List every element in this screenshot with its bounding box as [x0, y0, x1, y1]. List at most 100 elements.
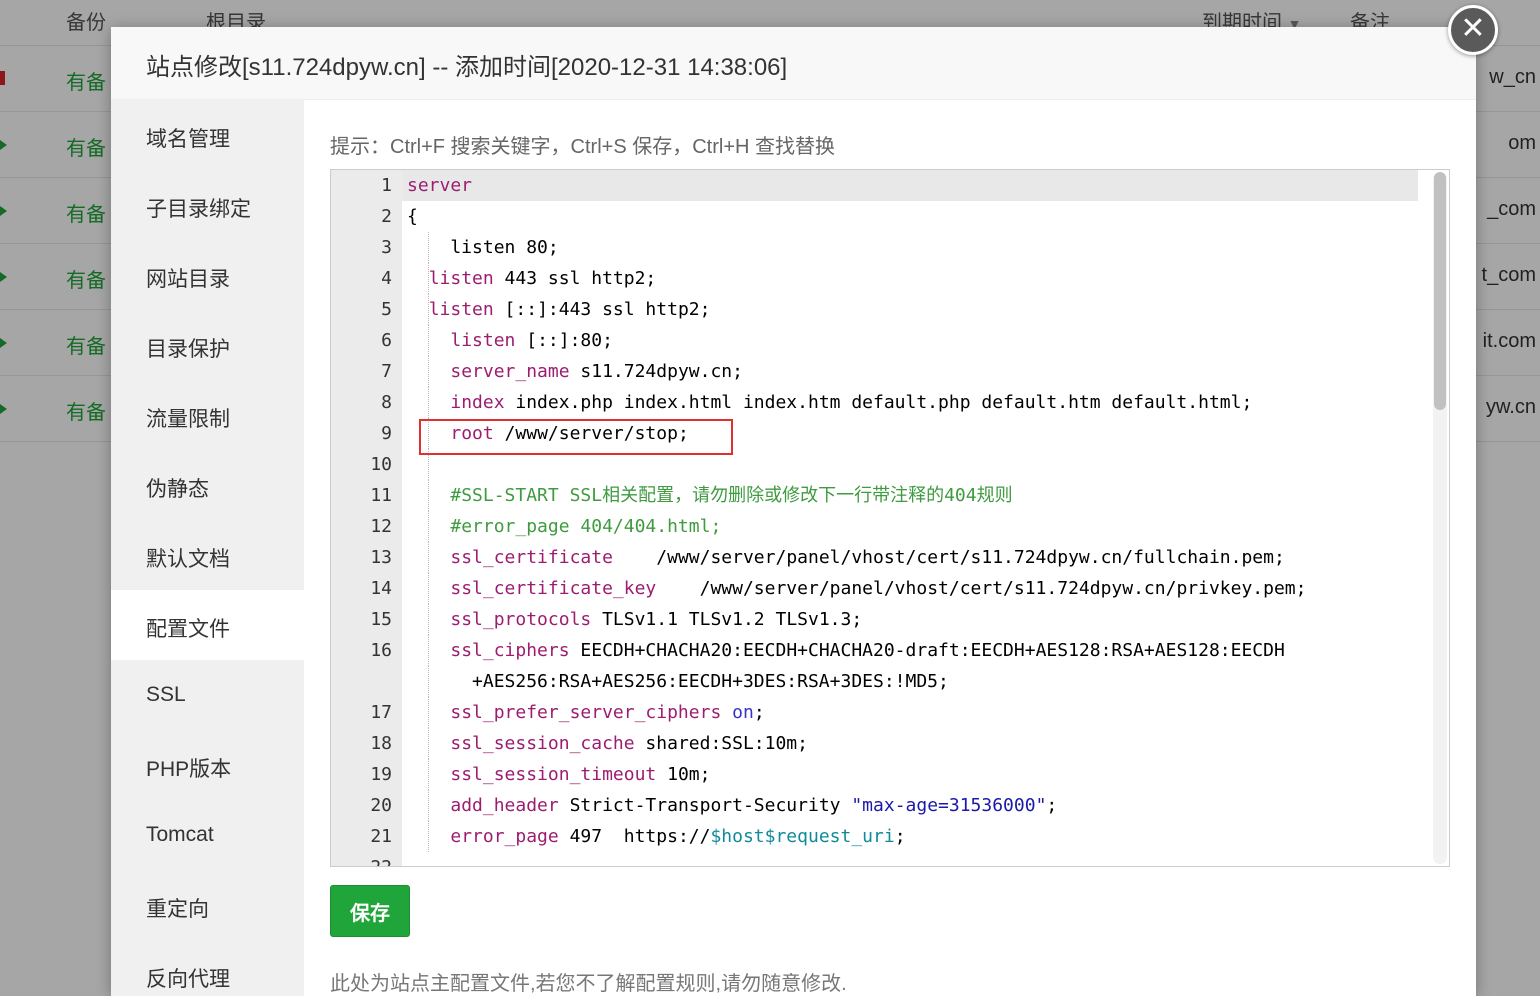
side-menu-item[interactable]: 重定向 — [111, 870, 304, 940]
code-line[interactable]: 20 add_header Strict-Transport-Security … — [331, 790, 1431, 821]
side-menu-item[interactable]: 目录保护 — [111, 310, 304, 380]
config-warning-note: 此处为站点主配置文件,若您不了解配置规则,请勿随意修改. — [330, 973, 847, 995]
side-menu-item[interactable]: 配置文件 — [111, 590, 304, 660]
line-number: 20 — [370, 795, 392, 816]
code-line[interactable]: 15 ssl_protocols TLSv1.1 TLSv1.2 TLSv1.3… — [331, 604, 1431, 635]
config-file-panel: 提示：Ctrl+F 搜索关键字，Ctrl+S 保存，Ctrl+H 查找替换 1s… — [304, 100, 1476, 996]
indent-guide — [428, 356, 429, 387]
line-code: ssl_prefer_server_ciphers on; — [407, 697, 765, 728]
code-text: ; — [1046, 795, 1058, 816]
modal-title: 站点修改[s11.724dpyw.cn] -- 添加时间[2020-12-31 … — [111, 27, 1476, 100]
side-menu-item[interactable]: SSL — [111, 660, 304, 730]
code-text: /www/server/panel/vhost/cert/s11.724dpyw… — [656, 578, 1307, 599]
indent-guide — [428, 666, 429, 697]
shortcut-tip: 提示：Ctrl+F 搜索关键字，Ctrl+S 保存，Ctrl+H 查找替换 — [330, 136, 836, 158]
indent-guide — [428, 294, 429, 325]
line-number: 6 — [381, 330, 392, 351]
line-number: 16 — [370, 640, 392, 661]
code-line[interactable]: 12 #error_page 404/404.html; — [331, 511, 1431, 542]
indent-guide — [428, 542, 429, 573]
code-keyword: error_page — [450, 826, 559, 847]
code-variable: $host$request_uri — [710, 826, 895, 847]
code-line[interactable]: 18 ssl_session_cache shared:SSL:10m; — [331, 728, 1431, 759]
line-code: ssl_session_timeout 10m; — [407, 759, 710, 790]
code-keyword: server_name — [450, 361, 570, 382]
line-code: listen [::]:80; — [407, 325, 613, 356]
line-code: ssl_certificate /www/server/panel/vhost/… — [407, 542, 1285, 573]
side-menu-item[interactable]: 流量限制 — [111, 380, 304, 450]
code-line[interactable]: 11 #SSL-START SSL相关配置，请勿删除或修改下一行带注释的404规… — [331, 480, 1431, 511]
side-menu-item[interactable]: 反向代理 — [111, 940, 304, 996]
code-keyword: ssl_protocols — [450, 609, 592, 630]
line-code: #SSL-START SSL相关配置，请勿删除或修改下一行带注释的404规则 — [407, 480, 1012, 511]
code-keyword: index — [450, 392, 505, 413]
code-line[interactable]: 8 index index.php index.html index.htm d… — [331, 387, 1431, 418]
indent-guide — [428, 325, 429, 356]
side-menu-item[interactable]: 伪静态 — [111, 450, 304, 520]
code-keyword: ssl_ciphers — [450, 640, 570, 661]
side-menu-item[interactable]: 网站目录 — [111, 240, 304, 310]
indent-guide — [428, 728, 429, 759]
side-menu-item[interactable]: 子目录绑定 — [111, 170, 304, 240]
code-editor[interactable]: 1 server 2{3 listen 80; 4 listen 443 ssl ht… — [330, 169, 1450, 867]
line-number: 15 — [370, 609, 392, 630]
code-keyword: ssl_session_timeout — [450, 764, 657, 785]
code-line[interactable]: 13 ssl_certificate /www/server/panel/vho… — [331, 542, 1431, 573]
code-line[interactable]: 16 ssl_ciphers EECDH+CHACHA20:EECDH+CHAC… — [331, 635, 1431, 666]
active-line-background — [402, 170, 1418, 201]
line-code: error_page 497 https://$host$request_uri… — [407, 821, 905, 852]
line-code: +AES256:RSA+AES256:EECDH+3DES:RSA+3DES:!… — [407, 666, 949, 697]
code-line[interactable]: 19 ssl_session_timeout 10m; — [331, 759, 1431, 790]
indent-guide — [428, 759, 429, 790]
code-lines[interactable]: 1 server 2{3 listen 80; 4 listen 443 ssl ht… — [331, 170, 1431, 866]
side-menu-item[interactable]: PHP版本 — [111, 730, 304, 800]
indent-guide — [428, 480, 429, 511]
line-code: { — [407, 201, 418, 232]
code-text: TLSv1.1 TLSv1.2 TLSv1.3; — [591, 609, 863, 630]
code-line[interactable]: 14 ssl_certificate_key /www/server/panel… — [331, 573, 1431, 604]
line-number: 21 — [370, 826, 392, 847]
line-number: 4 — [381, 268, 392, 289]
code-text: 497 https:// — [558, 826, 711, 847]
editor-scroll-thumb[interactable] — [1434, 172, 1446, 410]
side-menu: 域名管理 子目录绑定 网站目录 目录保护 流量限制 伪静态 默认文档 配置文件 SSL PHP版本… — [111, 100, 304, 996]
code-line[interactable]: 1 server — [331, 170, 1431, 201]
editor-scrollbar[interactable] — [1433, 172, 1447, 864]
indent-guide — [428, 790, 429, 821]
code-keyword: listen — [450, 330, 516, 351]
save-button[interactable]: 保存 — [330, 885, 410, 937]
side-menu-item[interactable]: 域名管理 — [111, 100, 304, 170]
code-line[interactable]: 7 server_name s11.724dpyw.cn; — [331, 356, 1431, 387]
indent-guide — [428, 263, 429, 294]
line-code: server_name s11.724dpyw.cn; — [407, 356, 743, 387]
line-code: #error_page 404/404.html; — [407, 511, 721, 542]
code-text: EECDH+CHACHA20:EECDH+CHACHA20-draft:EECD… — [569, 640, 1285, 661]
indent-guide — [428, 387, 429, 418]
code-text: /www/server/panel/vhost/cert/s11.724dpyw… — [612, 547, 1285, 568]
code-text: +AES256:RSA+AES256:EECDH+3DES:RSA+3DES:!… — [407, 671, 949, 692]
line-number: 12 — [370, 516, 392, 537]
code-line[interactable]: 22 — [331, 852, 1431, 866]
close-icon[interactable]: ✕ — [1448, 5, 1498, 55]
code-text: shared:SSL:10m; — [634, 733, 808, 754]
line-code: listen [::]:443 ssl http2; — [407, 294, 711, 325]
side-menu-item[interactable]: Tomcat — [111, 800, 304, 870]
line-number: 13 — [370, 547, 392, 568]
code-line[interactable]: 17 ssl_prefer_server_ciphers on; — [331, 697, 1431, 728]
code-keyword: ssl_certificate_key — [450, 578, 657, 599]
side-menu-item[interactable]: 默认文档 — [111, 520, 304, 590]
line-number: 5 — [381, 299, 392, 320]
code-keyword: ssl_prefer_server_ciphers — [450, 702, 722, 723]
code-line[interactable]: 4 listen 443 ssl http2; — [331, 263, 1431, 294]
code-keyword: ssl_certificate — [450, 547, 613, 568]
code-line[interactable]: 3 listen 80; — [331, 232, 1431, 263]
code-text: ; — [753, 702, 765, 723]
code-comment: #error_page 404/404.html; — [450, 516, 722, 537]
code-line[interactable]: 21 error_page 497 https://$host$request_… — [331, 821, 1431, 852]
code-line[interactable]: 5 listen [::]:443 ssl http2; — [331, 294, 1431, 325]
code-line[interactable]: 2{ — [331, 201, 1431, 232]
site-edit-modal: 站点修改[s11.724dpyw.cn] -- 添加时间[2020-12-31 … — [111, 27, 1476, 996]
code-line[interactable]: 6 listen [::]:80; — [331, 325, 1431, 356]
code-line[interactable]: +AES256:RSA+AES256:EECDH+3DES:RSA+3DES:!… — [331, 666, 1431, 697]
